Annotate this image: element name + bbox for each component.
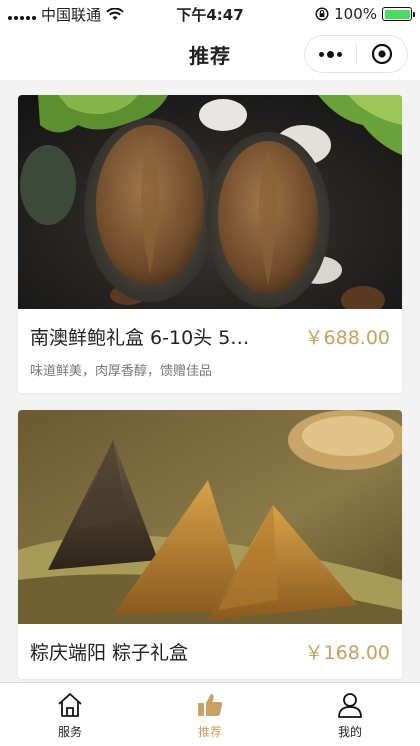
status-bar: 中国联通 下午4:47 100%	[0, 0, 420, 28]
home-icon	[58, 692, 82, 717]
wifi-icon	[106, 7, 124, 20]
product-card-abalone[interactable]: 南澳鲜鲍礼盒 6-10头 5… ￥688.00 味道鲜美，肉厚香醇，馈赠佳品	[18, 95, 402, 393]
more-dots-icon	[318, 50, 342, 58]
tab-bar: 服务 推荐 我的	[0, 682, 420, 746]
tab-label: 服务	[57, 724, 82, 739]
tab-services[interactable]: 服务	[0, 683, 140, 746]
thumbs-up-icon	[198, 693, 223, 716]
tab-recommend[interactable]: 推荐	[140, 683, 280, 746]
product-price: ￥688.00	[304, 327, 390, 349]
signal-icon	[8, 8, 36, 20]
product-description: 味道鲜美，肉厚香醇，馈赠佳品	[30, 364, 213, 379]
tab-label: 推荐	[197, 724, 222, 739]
user-icon	[338, 692, 362, 718]
rotation-lock-icon	[315, 7, 329, 21]
close-miniprogram-button[interactable]	[357, 36, 408, 72]
carrier-label: 中国联通	[41, 5, 102, 24]
page-title: 推荐	[189, 43, 231, 68]
clock: 下午4:47	[176, 5, 244, 24]
product-title: 粽庆端阳 粽子礼盒	[30, 642, 189, 664]
product-list: 南澳鲜鲍礼盒 6-10头 5… ￥688.00 味道鲜美，肉厚香醇，馈赠佳品 粽…	[0, 80, 420, 682]
card-title-row: 南澳鲜鲍礼盒 6-10头 5… ￥688.00	[30, 323, 390, 350]
battery-percent: 100%	[334, 5, 377, 23]
card-body: 南澳鲜鲍礼盒 6-10头 5… ￥688.00 味道鲜美，肉厚香醇，馈赠佳品	[18, 309, 402, 393]
card-body: 粽庆端阳 粽子礼盒 ￥168.00	[18, 624, 402, 679]
zongzi-image	[18, 410, 402, 624]
battery-icon	[382, 7, 415, 21]
battery-fill	[384, 9, 410, 19]
tab-label: 我的	[337, 724, 362, 739]
more-button[interactable]	[305, 36, 356, 72]
nav-bar: 推荐	[0, 28, 420, 80]
product-card-zongzi[interactable]: 粽庆端阳 粽子礼盒 ￥168.00	[18, 410, 402, 679]
target-close-icon	[371, 43, 392, 65]
product-price: ￥168.00	[304, 642, 390, 664]
mini-program-capsule	[304, 35, 408, 73]
product-title: 南澳鲜鲍礼盒 6-10头 5…	[30, 327, 250, 349]
abalone-image	[18, 95, 402, 309]
tab-mine[interactable]: 我的	[280, 683, 420, 746]
status-left: 中国联通	[8, 4, 124, 25]
card-title-row: 粽庆端阳 粽子礼盒 ￥168.00	[30, 638, 390, 665]
status-right: 100%	[315, 5, 415, 23]
